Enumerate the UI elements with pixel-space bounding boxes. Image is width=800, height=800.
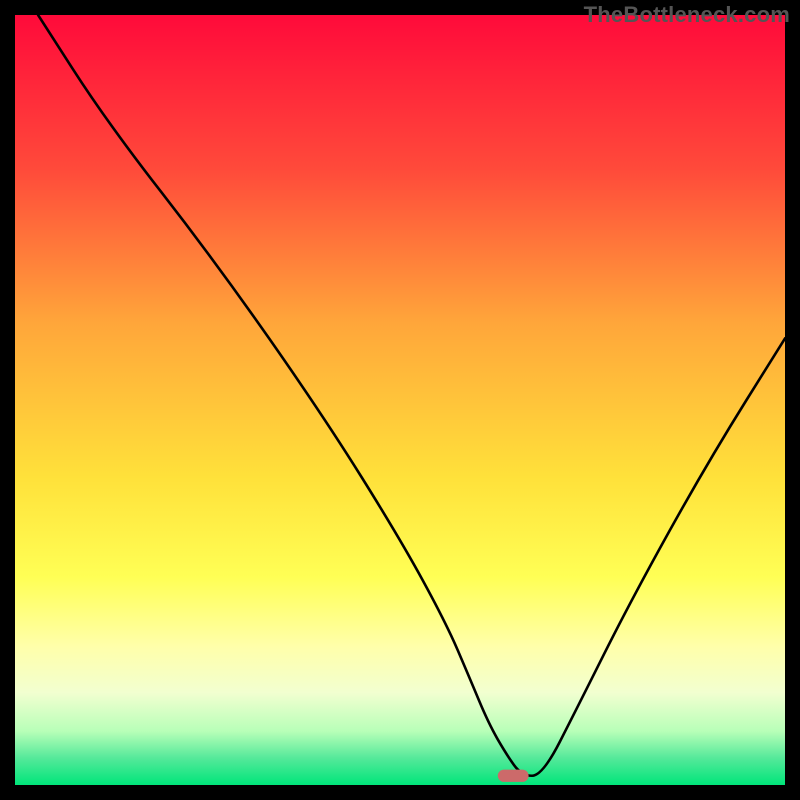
plot-area: [15, 15, 785, 785]
sweet-spot-marker: [498, 770, 529, 782]
watermark-text: TheBottleneck.com: [584, 2, 790, 28]
chart-frame: TheBottleneck.com: [0, 0, 800, 800]
gradient-background: [15, 15, 785, 785]
chart-svg: [15, 15, 785, 785]
